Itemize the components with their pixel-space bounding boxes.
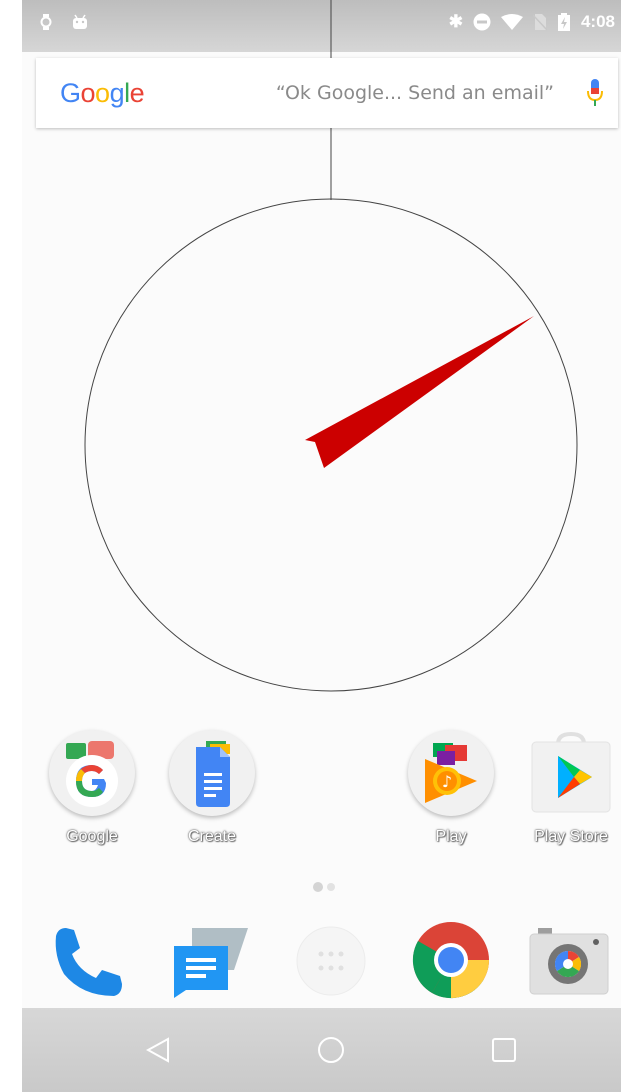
dock xyxy=(22,900,621,1010)
app-create-folder[interactable]: Create xyxy=(162,730,262,846)
page-dot xyxy=(327,883,335,891)
app-play-store[interactable]: Play Store xyxy=(521,730,621,846)
mic-icon[interactable] xyxy=(586,79,604,107)
google-folder-icon xyxy=(49,730,135,816)
app-label: Create xyxy=(187,828,237,845)
google-logo: Google xyxy=(60,77,145,108)
home-icon xyxy=(318,1037,344,1063)
docs-folder-icon xyxy=(169,730,255,816)
search-hint: “Ok Google... Send an email” xyxy=(275,82,554,104)
recents-button[interactable] xyxy=(474,1028,534,1072)
recents-icon xyxy=(492,1038,516,1062)
clock-hand xyxy=(305,316,534,468)
app-label: Play xyxy=(435,828,467,845)
navigation-bar xyxy=(22,1008,621,1092)
page-indicator xyxy=(313,882,335,892)
messages-icon[interactable] xyxy=(170,924,252,1000)
app-play-folder[interactable]: ♪ Play xyxy=(401,730,501,846)
app-drawer-icon[interactable] xyxy=(296,926,366,996)
page-dot xyxy=(313,882,323,892)
play-folder-icon: ♪ xyxy=(408,730,494,816)
camera-icon[interactable] xyxy=(528,926,610,996)
google-search-bar[interactable]: Google “Ok Google... Send an email” xyxy=(36,58,618,128)
chrome-icon[interactable] xyxy=(411,920,491,1000)
svg-text:♪: ♪ xyxy=(442,772,452,791)
app-label: Google xyxy=(66,828,118,845)
home-button[interactable] xyxy=(301,1028,361,1072)
play-store-icon xyxy=(528,730,614,816)
app-label: Play Store xyxy=(534,828,608,845)
back-icon xyxy=(146,1037,169,1063)
app-google-folder[interactable]: Google xyxy=(42,730,142,846)
phone-icon[interactable] xyxy=(52,926,128,998)
home-screen: ✱ 4:08 Google “Ok Google... Send an emai… xyxy=(22,0,621,1092)
back-button[interactable] xyxy=(128,1028,188,1072)
